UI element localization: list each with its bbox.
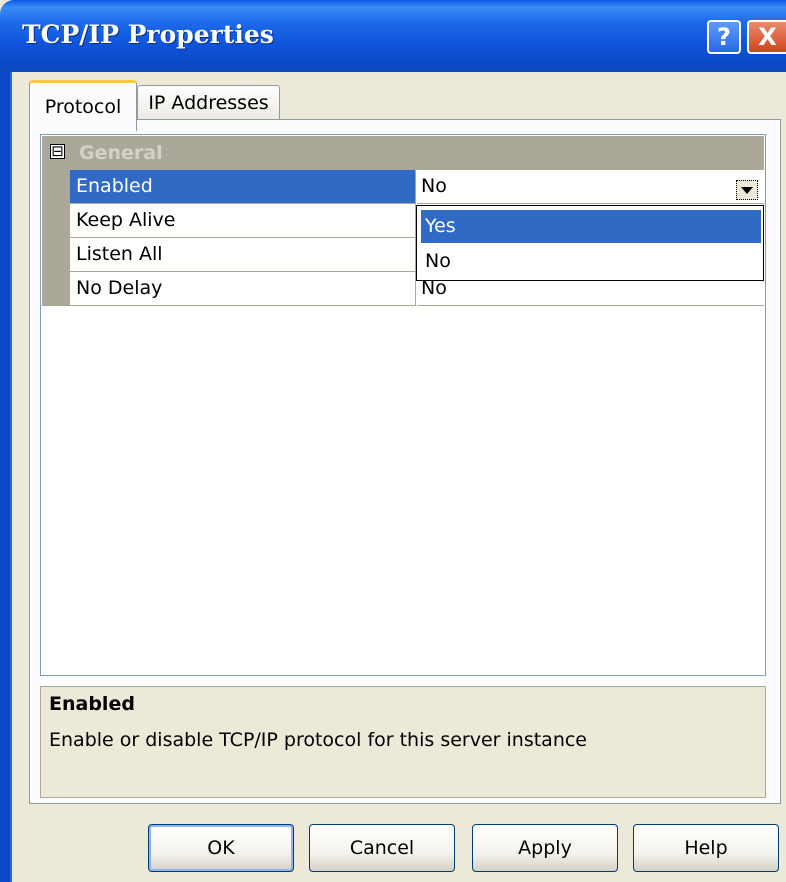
apply-mnemonic: A bbox=[518, 837, 532, 859]
cancel-button[interactable]: Cancel bbox=[309, 824, 455, 872]
dropdown-option-yes[interactable]: Yes bbox=[421, 210, 761, 243]
ok-button[interactable]: OK bbox=[148, 824, 294, 872]
description-title: Enabled bbox=[49, 693, 135, 715]
description-panel: Enabled Enable or disable TCP/IP protoco… bbox=[40, 686, 766, 798]
collapse-icon[interactable]: ⊟ bbox=[50, 144, 65, 159]
window-title: TCP/IP Properties bbox=[22, 20, 274, 49]
property-name[interactable]: Listen All bbox=[70, 238, 416, 272]
tab-protocol[interactable]: Protocol bbox=[29, 80, 137, 131]
dropdown-option-no[interactable]: No bbox=[421, 245, 761, 278]
chevron-down-icon[interactable] bbox=[736, 180, 758, 200]
tab-ip-addresses[interactable]: IP Addresses bbox=[137, 85, 280, 119]
property-name[interactable]: No Delay bbox=[70, 272, 416, 306]
value-dropdown-list: Yes No bbox=[416, 205, 764, 281]
window-frame-left-inner bbox=[10, 72, 12, 882]
close-button[interactable]: X bbox=[747, 20, 786, 54]
category-label: General bbox=[79, 142, 163, 164]
help-dialog-button[interactable]: Help bbox=[633, 824, 779, 872]
question-mark-icon: ? bbox=[717, 23, 731, 51]
description-text: Enable or disable TCP/IP protocol for th… bbox=[49, 729, 587, 751]
apply-label-rest: pply bbox=[531, 837, 572, 859]
property-name[interactable]: Enabled bbox=[70, 170, 416, 204]
title-bar[interactable]: TCP/IP Properties ? X bbox=[0, 0, 786, 72]
property-name[interactable]: Keep Alive bbox=[70, 204, 416, 238]
apply-button[interactable]: Apply bbox=[472, 824, 618, 872]
window-frame-left bbox=[0, 72, 10, 882]
help-button[interactable]: ? bbox=[707, 20, 741, 54]
close-icon: X bbox=[758, 23, 777, 51]
property-row-enabled[interactable]: Enabled No bbox=[70, 170, 764, 204]
property-value[interactable]: No bbox=[417, 170, 764, 204]
